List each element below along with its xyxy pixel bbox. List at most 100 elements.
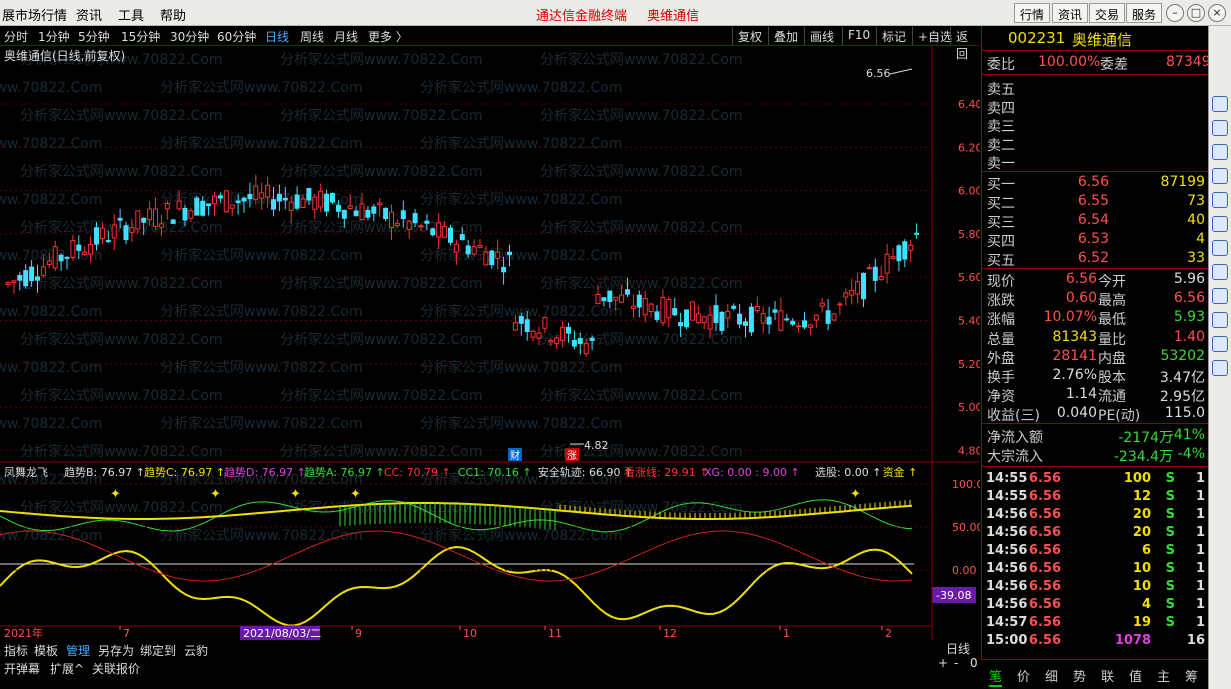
quote-tab[interactable]: 细 [1045, 666, 1058, 685]
quote-tab[interactable]: 价 [1017, 666, 1030, 685]
zoom-in-button[interactable]: + [938, 656, 948, 670]
f10-button[interactable]: F10 [842, 27, 875, 45]
close-icon[interactable]: × [1208, 4, 1226, 22]
sidebar-icon-2[interactable] [1212, 120, 1228, 136]
watermark-text: 分析家公式网www.70822.Com [20, 219, 222, 236]
sidebar-icon-12[interactable] [1212, 360, 1228, 376]
tab-manage[interactable]: 管理 [66, 642, 90, 659]
date-tick: 2 [885, 627, 892, 640]
tick-cell: 6.56 [1028, 489, 1061, 504]
expand-button[interactable]: 扩展^ [50, 660, 84, 677]
mark-button[interactable]: 标记 [876, 27, 911, 45]
quote-cell: 涨幅 [987, 312, 1015, 329]
tab-indicator[interactable]: 指标 [4, 642, 28, 659]
menu-market[interactable]: 展市场行情 [2, 5, 67, 24]
sidebar-icon-6[interactable] [1212, 216, 1228, 232]
period-tab[interactable]: 月线 [334, 28, 358, 45]
candle-body [164, 202, 170, 210]
indicator-value: 资金 ↑ [883, 465, 918, 479]
candle-body [725, 310, 731, 319]
quote-tab[interactable]: 笔 [989, 666, 1003, 687]
candle-body [672, 308, 678, 316]
minimize-icon[interactable]: – [1166, 4, 1184, 22]
watermark-text: 分析家公式网www.70822.Com [280, 275, 482, 292]
period-tab[interactable]: 周线 [300, 28, 324, 45]
zoom-out-button[interactable]: - [954, 656, 958, 670]
news-button[interactable]: 资讯 [1052, 3, 1089, 23]
candle-body [123, 225, 129, 241]
candle-body [695, 313, 701, 324]
quote-cell: 73 [1187, 193, 1205, 209]
candle-body [158, 223, 164, 228]
candle-body [760, 313, 766, 324]
indicator-name[interactable]: 凤舞龙飞 [4, 466, 48, 479]
sidebar-icon-11[interactable] [1212, 336, 1228, 352]
watermark-text: 分析家公式网www.70822.Com [160, 415, 362, 432]
related-quote-button[interactable]: 关联报价 [92, 660, 140, 677]
sell-row: 卖四 [982, 97, 1209, 117]
tab-cloud[interactable]: 云豹 [184, 642, 208, 659]
indicator-value: 安全轨迹: 66.90 ↑ [538, 465, 633, 479]
period-tab[interactable]: 15分钟 [121, 28, 160, 45]
zoom-reset-button[interactable]: 0 [970, 656, 978, 670]
quote-button[interactable]: 行情 [1014, 3, 1051, 23]
sidebar-icon-3[interactable] [1212, 144, 1228, 160]
period-tab[interactable]: 60分钟 [217, 28, 256, 45]
quote-tab[interactable]: 势 [1073, 666, 1086, 685]
candle-body [849, 289, 855, 296]
tick-row: 14:56 6.56 10 S 1 [982, 578, 1209, 596]
draw-line-button[interactable]: 画线 [804, 27, 839, 45]
period-more[interactable]: 更多 〉 [368, 28, 408, 45]
menu-tools[interactable]: 工具 [118, 5, 144, 24]
period-tab[interactable]: 分时 [4, 28, 28, 45]
trade-button[interactable]: 交易 [1089, 3, 1126, 23]
tab-save-as[interactable]: 另存为 [98, 642, 134, 659]
tab-template[interactable]: 模板 [34, 642, 58, 659]
stat-row: 外盘 28141 内盘 53202 [982, 347, 1209, 367]
quote-tab[interactable]: 联 [1101, 666, 1114, 685]
candle-body [902, 241, 908, 260]
tick-row: 14:55 6.56 100 S 1 [982, 470, 1209, 488]
stat-row: 收益(三) 0.040 PE(动) 115.0 [982, 404, 1209, 424]
kline-chart[interactable]: 分析家公式网www.70822.Com 分析家公式网www.70822.Com 分析… [0, 46, 980, 640]
tick-cell: S [1165, 561, 1175, 576]
quote-cell: 买二 [987, 196, 1015, 212]
sidebar-icon-7[interactable] [1212, 240, 1228, 256]
period-tab[interactable]: 5分钟 [78, 28, 110, 45]
sidebar-icon-8[interactable] [1212, 264, 1228, 280]
candle-body [914, 232, 920, 235]
service-button[interactable]: 服务 [1126, 3, 1163, 23]
fuquan-button[interactable]: 复权 [732, 27, 767, 45]
sidebar-icon-1[interactable] [1212, 96, 1228, 112]
tab-bind[interactable]: 绑定到 [140, 642, 176, 659]
tick-cell: 1 [1195, 507, 1205, 522]
stat-row: 涨跌 0.60 最高 6.56 [982, 289, 1209, 309]
period-tab-daily[interactable]: 日线 [265, 28, 289, 45]
maximize-icon[interactable]: □ [1187, 4, 1205, 22]
quote-tab[interactable]: 主 [1157, 666, 1170, 685]
tick-cell: 6.56 [1028, 525, 1061, 540]
quote-tab[interactable]: 筹 [1185, 666, 1198, 685]
sell-row: 卖一 [982, 152, 1209, 172]
menu-news[interactable]: 资讯 [76, 5, 102, 24]
candle-body [619, 294, 625, 303]
candle-body [265, 184, 271, 198]
sidebar-icon-5[interactable] [1212, 192, 1228, 208]
right-sidebar [1208, 26, 1231, 689]
danmu-button[interactable]: 开弹幕 [4, 660, 40, 677]
tick-cell: 14:56 [986, 507, 1028, 522]
sidebar-icon-4[interactable] [1212, 168, 1228, 184]
quote-tab[interactable]: 值 [1129, 666, 1142, 685]
candle-body [542, 316, 548, 329]
overlay-button[interactable]: 叠加 [768, 27, 803, 45]
tick-cell: 19 [1132, 615, 1151, 630]
back-button[interactable]: 返回 [950, 27, 980, 61]
candle-body [890, 256, 896, 259]
period-tab[interactable]: 1分钟 [38, 28, 70, 45]
menu-help[interactable]: 帮助 [160, 5, 186, 24]
indicator-line-yellow [0, 546, 913, 627]
sidebar-icon-9[interactable] [1212, 288, 1228, 304]
sidebar-icon-10[interactable] [1212, 312, 1228, 328]
period-tab[interactable]: 30分钟 [170, 28, 209, 45]
candle-body [40, 266, 46, 276]
